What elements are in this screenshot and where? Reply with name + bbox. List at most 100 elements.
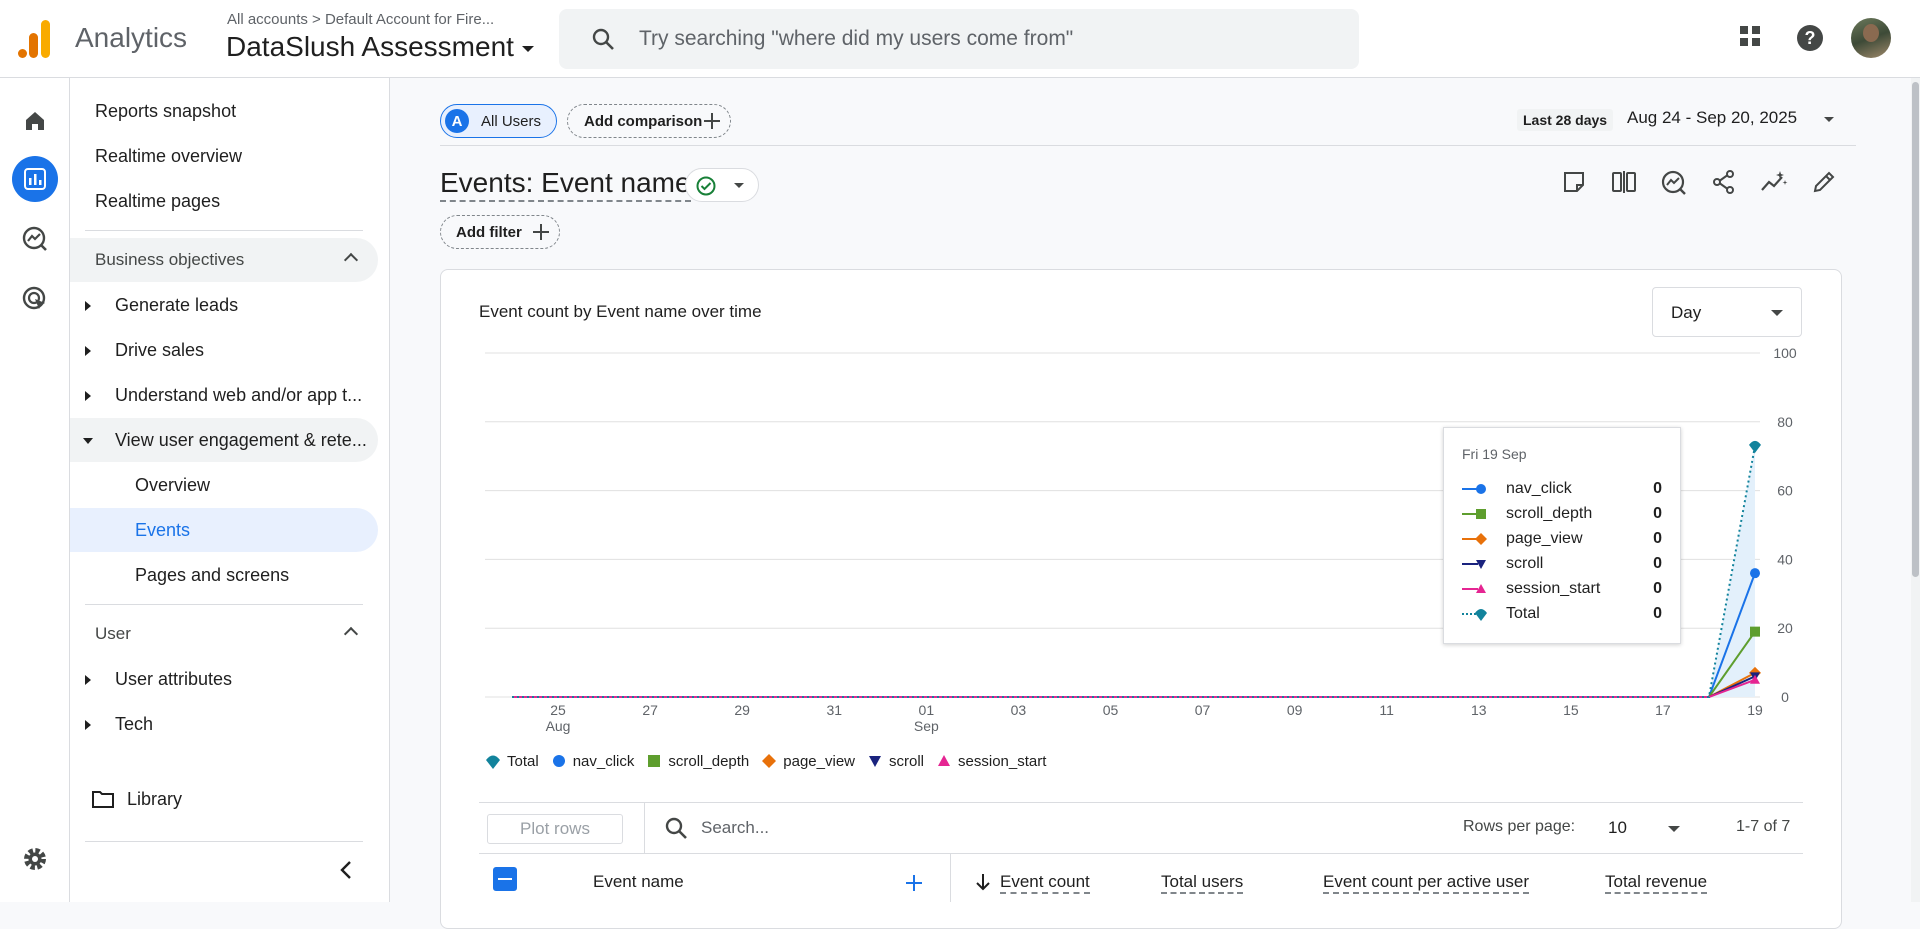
sidebar-item-user-engagement[interactable]: View user engagement & rete... xyxy=(70,418,378,462)
segment-chip-all-users[interactable]: A All Users xyxy=(440,104,557,138)
legend-item-scroll[interactable]: scroll xyxy=(867,753,924,770)
search-icon xyxy=(665,817,687,839)
page-scrollbar[interactable] xyxy=(1911,78,1920,902)
rows-per-page-select[interactable]: 10 xyxy=(1608,818,1627,838)
add-filter-button[interactable]: Add filter xyxy=(440,215,560,249)
sidebar-item-tech[interactable]: Tech xyxy=(70,702,378,746)
x-tick-label: 07 xyxy=(1195,702,1211,718)
x-tick-label: 19 xyxy=(1747,702,1763,718)
column-header-event-count[interactable]: Event count xyxy=(1000,872,1090,894)
scrollbar-thumb[interactable] xyxy=(1912,82,1919,577)
table-search-input[interactable]: Search... xyxy=(701,818,769,838)
page-title[interactable]: Events: Event name xyxy=(440,166,691,202)
property-selector[interactable]: DataSlush Assessment xyxy=(226,31,534,63)
column-header-total-revenue[interactable]: Total revenue xyxy=(1605,872,1708,894)
section-user[interactable]: User xyxy=(70,612,378,656)
caret-down-icon[interactable] xyxy=(1824,117,1834,122)
sidebar-item-pages-and-screens[interactable]: Pages and screens xyxy=(70,553,378,597)
sidebar-item-drive-sales[interactable]: Drive sales xyxy=(70,328,378,372)
legend-item-scroll-depth[interactable]: scroll_depth xyxy=(646,753,749,770)
sidebar-item-user-attributes[interactable]: User attributes xyxy=(70,657,378,701)
share-icon[interactable] xyxy=(1712,170,1736,194)
search-input[interactable]: Try searching "where did my users come f… xyxy=(639,27,1073,51)
search-bar[interactable]: Try searching "where did my users come f… xyxy=(559,9,1359,69)
tooltip-series-name: Total xyxy=(1506,605,1540,622)
expand-arrow-icon xyxy=(85,301,91,311)
help-icon[interactable]: ? xyxy=(1796,24,1824,52)
report-status-chip[interactable] xyxy=(685,168,759,202)
legend-marker-shape xyxy=(552,755,565,767)
sidebar-item-library[interactable]: Library xyxy=(70,777,378,821)
column-header-event-name[interactable]: Event name xyxy=(593,872,684,892)
legend-marker-icon xyxy=(648,755,661,767)
compare-icon[interactable] xyxy=(1611,170,1637,194)
tooltip-row: session_start 0 xyxy=(1462,578,1662,600)
edit-pencil-icon[interactable] xyxy=(1812,170,1836,194)
expand-arrow-icon xyxy=(85,675,91,685)
x-tick-label: 03 xyxy=(1011,702,1027,718)
legend-item-total[interactable]: Total xyxy=(485,753,539,770)
legend-marker-icon xyxy=(552,755,565,767)
sort-descending-arrow-icon[interactable] xyxy=(976,873,990,891)
chart-legend: Total nav_click scroll_depth page_view scrol… xyxy=(485,750,1058,772)
legend-item-session-start[interactable]: session_start xyxy=(936,753,1046,770)
legend-item-page-view[interactable]: page_view xyxy=(761,753,855,770)
legend-marker-icon xyxy=(869,756,881,767)
x-tick-label: 15 xyxy=(1563,702,1579,718)
plot-rows-button[interactable]: Plot rows xyxy=(487,814,623,844)
insights-sparkle-icon[interactable] xyxy=(1760,170,1788,194)
analytics-logo[interactable] xyxy=(18,20,52,58)
tooltip-series-name: page_view xyxy=(1506,530,1583,547)
advertising-button[interactable] xyxy=(12,276,58,322)
x-tick-month-label: Aug xyxy=(546,718,571,734)
explore-button[interactable] xyxy=(12,216,58,262)
home-button[interactable] xyxy=(12,98,58,144)
column-header-total-users[interactable]: Total users xyxy=(1161,872,1244,894)
marker-shape xyxy=(1475,609,1487,621)
plus-icon xyxy=(533,224,549,240)
y-tick-label: 100 xyxy=(1773,345,1797,361)
granularity-select[interactable]: Day xyxy=(1652,287,1802,337)
series-line-scroll xyxy=(512,675,1756,698)
breadcrumb[interactable]: All accounts > Default Account for Fire.… xyxy=(227,11,494,28)
svg-text:?: ? xyxy=(1805,28,1816,48)
date-range-picker[interactable]: Aug 24 - Sep 20, 2025 xyxy=(1627,108,1797,128)
series-marker-icon xyxy=(1462,484,1486,494)
add-dimension-plus-icon[interactable] xyxy=(906,875,922,891)
collapse-nav-icon[interactable] xyxy=(338,860,354,880)
column-header-event-count-per-user[interactable]: Event count per active user xyxy=(1323,872,1530,894)
sidebar-item-generate-leads[interactable]: Generate leads xyxy=(70,283,378,327)
series-marker-icon xyxy=(1462,609,1487,621)
explore-report-icon[interactable] xyxy=(1661,170,1687,196)
apps-grid-icon[interactable] xyxy=(1738,24,1762,48)
property-name: DataSlush Assessment xyxy=(226,31,514,62)
sidebar-item-understand-traffic[interactable]: Understand web and/or app t... xyxy=(70,373,378,417)
caret-down-icon[interactable] xyxy=(1668,826,1680,832)
legend-marker-shape xyxy=(869,756,881,767)
x-tick-label: 31 xyxy=(826,702,842,718)
settings-button[interactable] xyxy=(12,836,58,882)
legend-marker-shape xyxy=(486,755,500,769)
sidebar-item-reports-snapshot[interactable]: Reports snapshot xyxy=(70,89,378,133)
section-business-objectives[interactable]: Business objectives xyxy=(70,238,378,282)
check-circle-icon xyxy=(696,176,716,196)
sidebar-item-realtime-pages[interactable]: Realtime pages xyxy=(70,179,378,223)
legend-label: nav_click xyxy=(572,752,635,770)
select-all-checkbox[interactable] xyxy=(493,867,517,891)
sidebar-item-events[interactable]: Events xyxy=(70,508,378,552)
series-marker-icon xyxy=(1462,584,1486,593)
legend-item-nav-click[interactable]: nav_click xyxy=(551,752,635,770)
marker-shape xyxy=(1476,509,1486,519)
insights-note-icon[interactable] xyxy=(1562,170,1586,194)
tooltip-row: Total 0 xyxy=(1462,603,1662,625)
legend-marker-icon xyxy=(486,755,500,769)
avatar[interactable] xyxy=(1851,18,1891,58)
reports-button[interactable] xyxy=(12,156,58,202)
legend-marker-icon xyxy=(938,755,951,766)
caret-down-icon xyxy=(734,183,744,188)
add-comparison-button[interactable]: Add comparison xyxy=(567,104,731,138)
tooltip-row: scroll_depth 0 xyxy=(1462,503,1662,525)
sidebar-item-realtime-overview[interactable]: Realtime overview xyxy=(70,134,378,178)
sidebar-item-overview[interactable]: Overview xyxy=(70,463,378,507)
segment-label: All Users xyxy=(481,112,542,130)
